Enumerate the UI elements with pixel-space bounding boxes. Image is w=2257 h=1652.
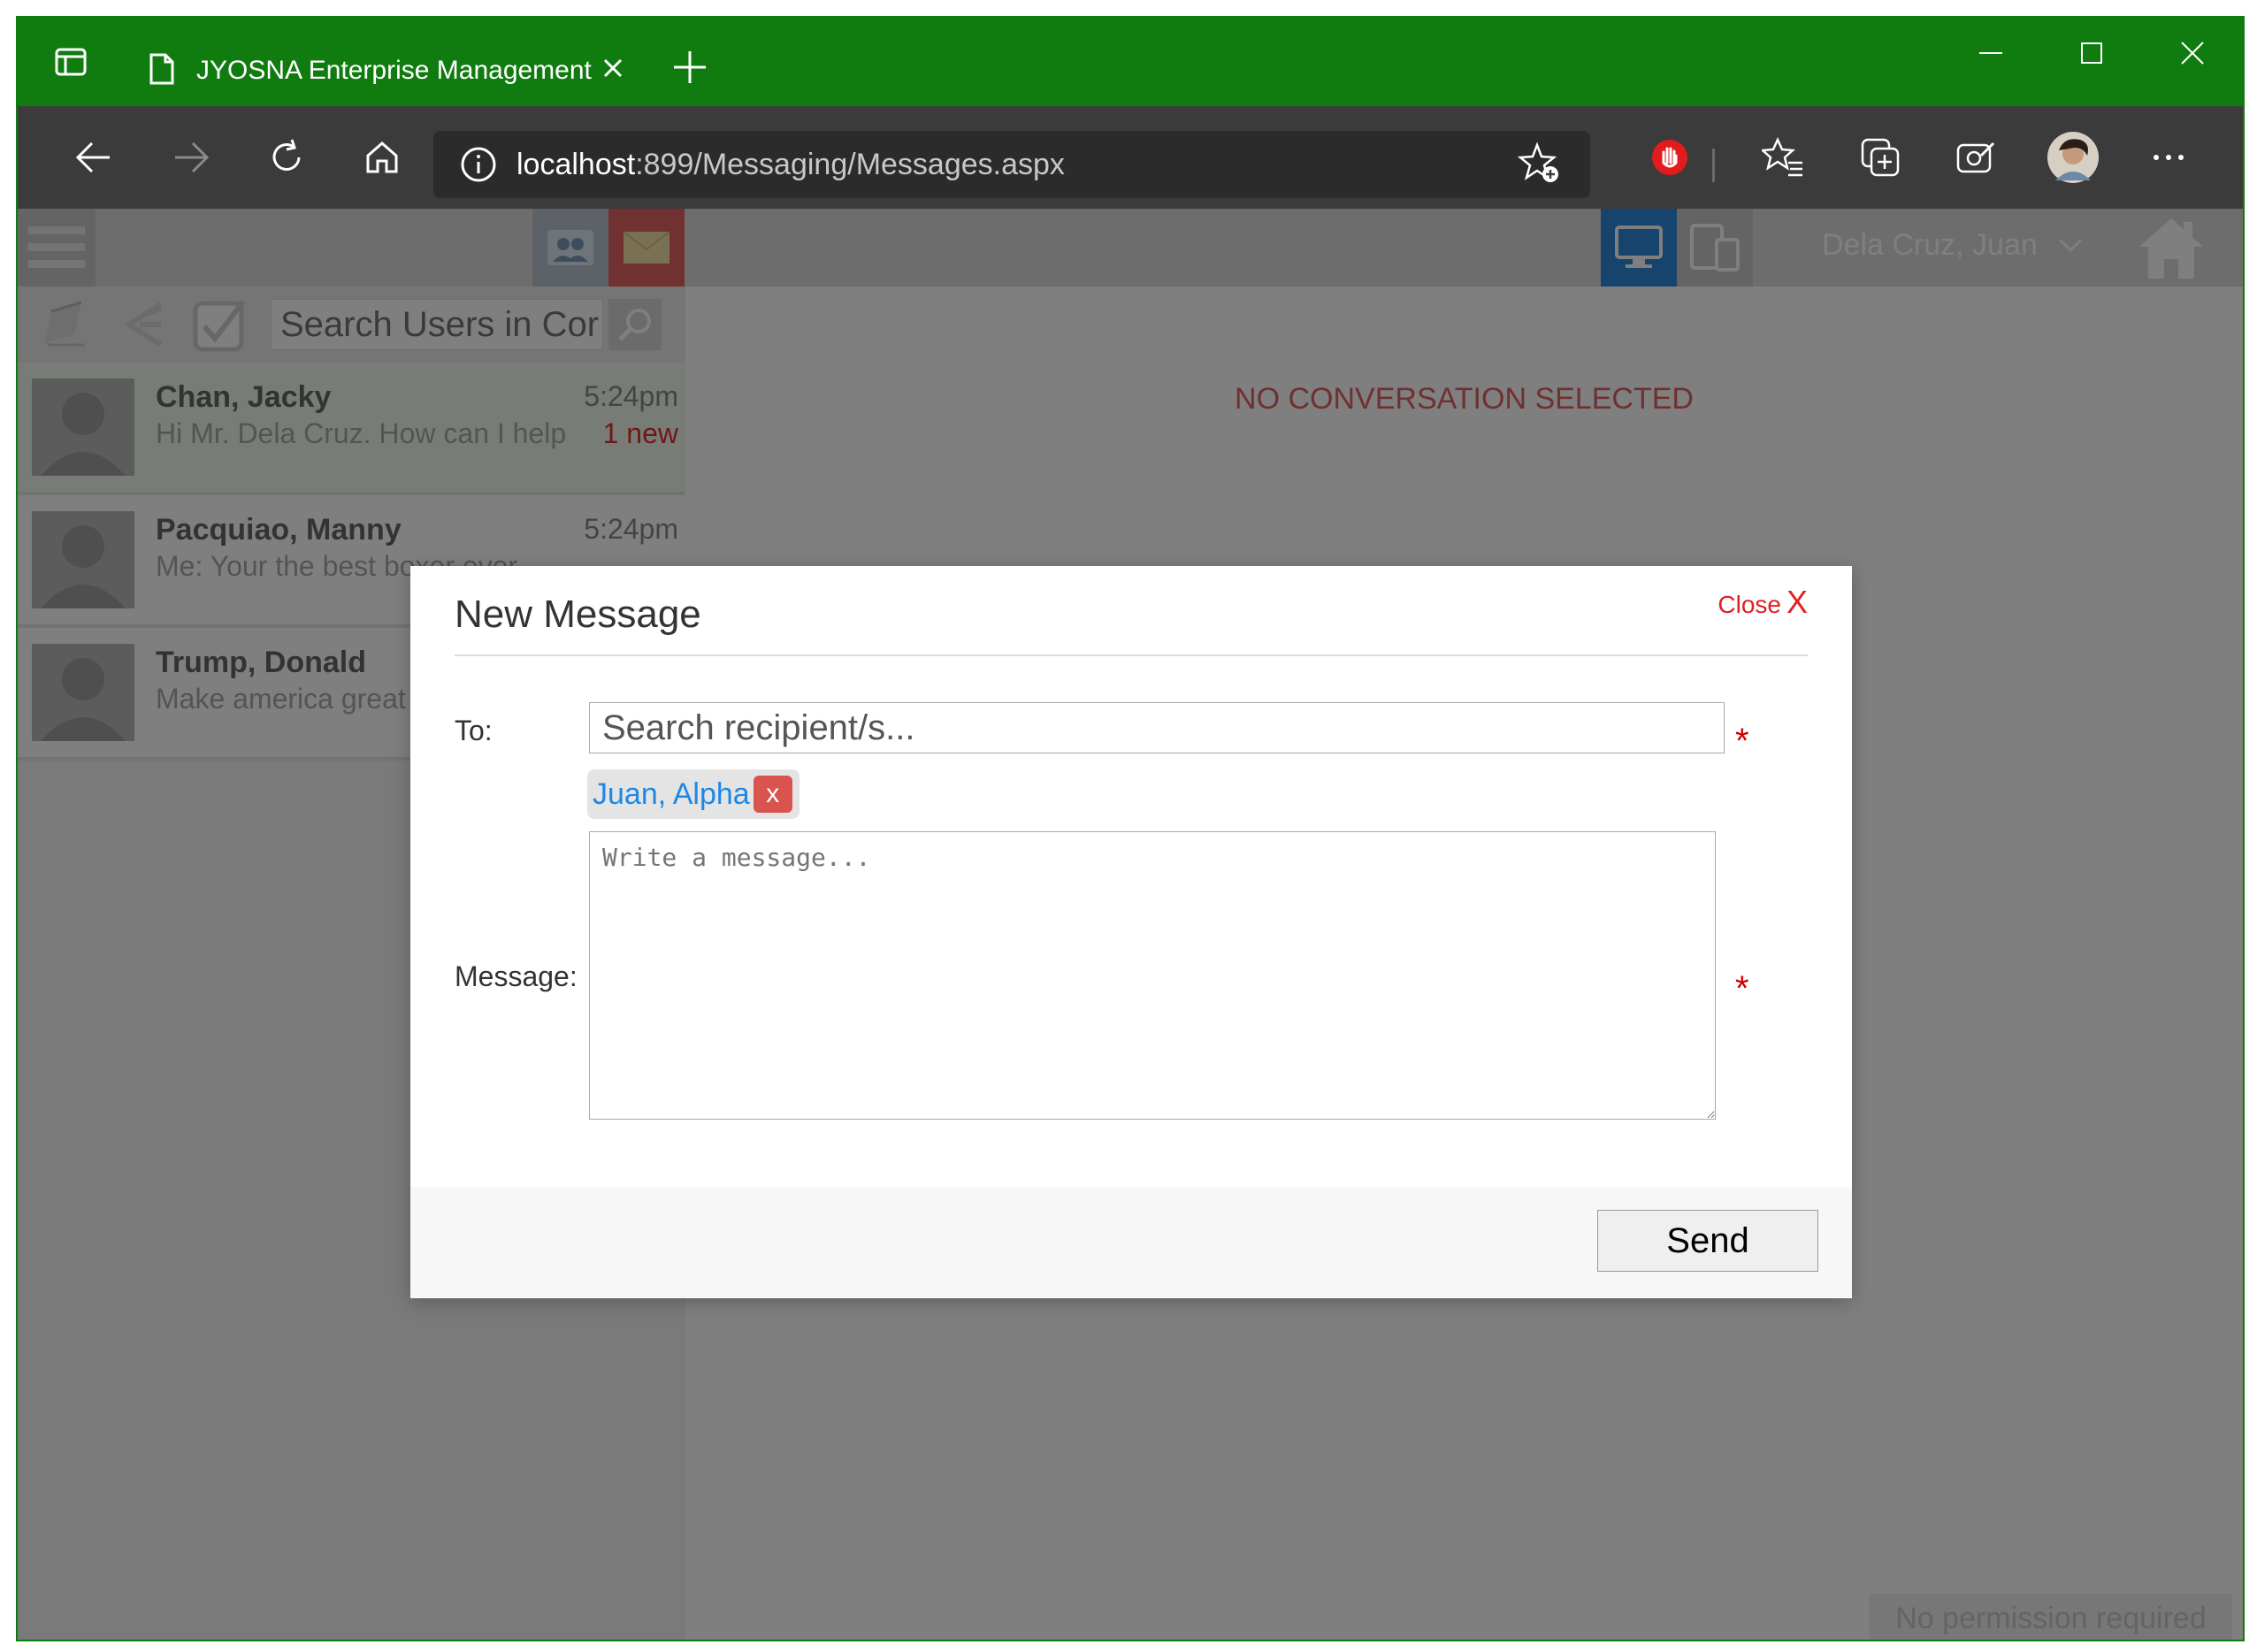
dialog-divider [455, 654, 1808, 656]
window-close-icon[interactable] [2142, 18, 2243, 88]
feedback-icon[interactable] [1949, 131, 2002, 184]
message-label: Message: [455, 960, 578, 992]
refresh-icon[interactable] [260, 131, 313, 184]
send-button[interactable]: Send [1597, 1210, 1818, 1272]
browser-tab[interactable]: JYOSNA Enterprise Management [122, 35, 653, 106]
message-textarea[interactable] [589, 831, 1716, 1120]
maximize-icon[interactable] [2041, 18, 2142, 88]
close-button[interactable]: Close X [1718, 584, 1808, 621]
tab-title: JYOSNA Enterprise Management [196, 56, 592, 85]
recipient-name: Juan, Alpha [593, 776, 750, 811]
add-favorite-icon[interactable] [1517, 141, 1562, 190]
dialog-footer: Send [410, 1187, 1852, 1298]
url-host: localhost [516, 147, 636, 181]
home-icon[interactable] [356, 131, 409, 184]
toolbar-divider [1712, 149, 1715, 182]
close-label: Close [1718, 591, 1781, 618]
address-bar[interactable]: localhost:899/Messaging/Messages.aspx [433, 131, 1590, 198]
profile-avatar[interactable] [2047, 131, 2100, 184]
to-label: To: [455, 715, 493, 746]
favorites-icon[interactable] [1756, 131, 1809, 184]
collections-icon[interactable] [1854, 131, 1907, 184]
window-controls [1940, 18, 2243, 88]
url-text: localhost:899/Messaging/Messages.aspx [516, 148, 1065, 182]
more-icon[interactable] [2142, 131, 2195, 184]
page-content: Dela Cruz, Juan [18, 209, 2243, 1640]
tab-close-icon[interactable] [600, 55, 626, 86]
close-icon: X [1786, 584, 1808, 620]
dialog-title: New Message [455, 593, 701, 636]
back-arrow-icon[interactable] [67, 131, 120, 184]
required-marker: * [1735, 969, 1749, 1008]
required-marker: * [1735, 722, 1749, 761]
info-icon[interactable] [460, 146, 497, 183]
new-message-dialog: New Message Close X To: * Juan, Alpha x … [410, 566, 1852, 1298]
title-bar: JYOSNA Enterprise Management [18, 18, 2243, 106]
browser-window: JYOSNA Enterprise Management localhost:8… [16, 16, 2245, 1641]
page-icon [149, 52, 175, 90]
tab-actions-icon[interactable] [27, 18, 115, 106]
url-path: :899/Messaging/Messages.aspx [635, 147, 1065, 181]
forward-arrow-icon[interactable] [164, 131, 218, 184]
adblock-hand-icon[interactable] [1643, 131, 1696, 184]
recipient-search-input[interactable] [589, 702, 1725, 753]
minimize-icon[interactable] [1940, 18, 2041, 88]
browser-toolbar: localhost:899/Messaging/Messages.aspx [18, 106, 2243, 209]
remove-recipient-button[interactable]: x [753, 776, 792, 813]
new-tab-icon[interactable] [670, 48, 709, 91]
recipient-chip: Juan, Alpha x [587, 769, 800, 819]
